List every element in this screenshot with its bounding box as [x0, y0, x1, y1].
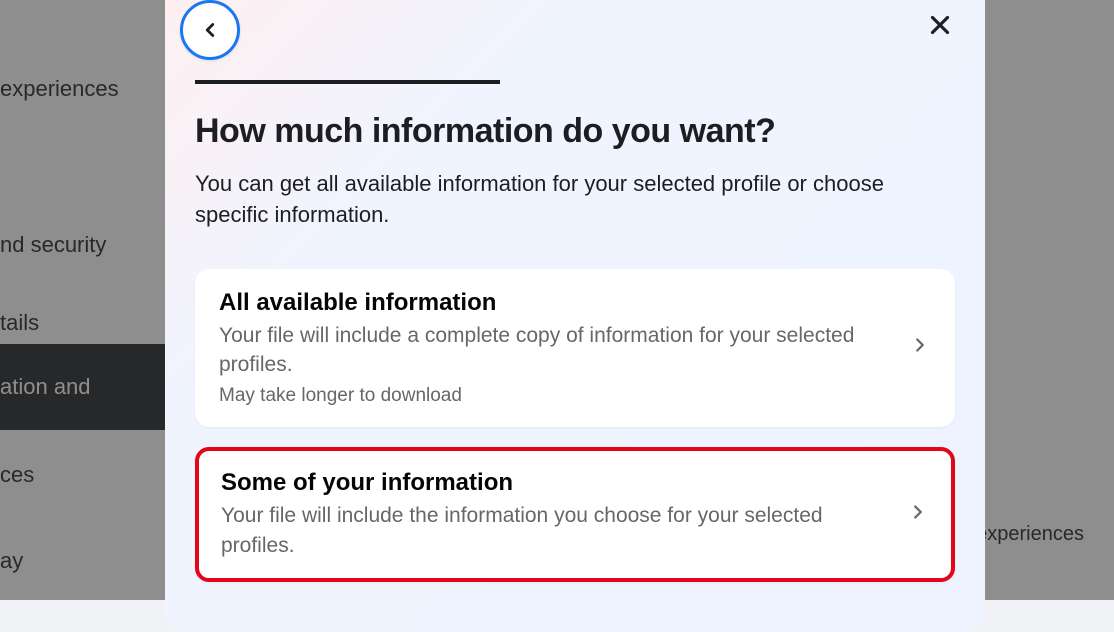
option-note: May take longer to download — [219, 385, 889, 407]
close-icon — [925, 10, 955, 40]
back-button[interactable] — [180, 0, 240, 60]
modal-header — [165, 0, 985, 65]
option-title: All available information — [219, 289, 889, 317]
option-description: Your file will include the information y… — [221, 501, 887, 560]
info-amount-modal: How much information do you want? You ca… — [165, 0, 985, 632]
close-button[interactable] — [920, 5, 960, 45]
modal-content: How much information do you want? You ca… — [165, 65, 985, 632]
chevron-left-icon — [199, 19, 221, 41]
modal-description: You can get all available information fo… — [195, 169, 955, 231]
option-title: Some of your information — [221, 469, 887, 497]
option-some-information[interactable]: Some of your information Your file will … — [195, 447, 955, 582]
option-all-information[interactable]: All available information Your file will… — [195, 269, 955, 428]
option-content: Some of your information Your file will … — [221, 469, 887, 560]
chevron-right-icon — [909, 334, 931, 361]
progress-indicator — [195, 80, 500, 84]
modal-title: How much information do you want? — [195, 112, 955, 151]
chevron-right-icon — [907, 501, 929, 528]
option-description: Your file will include a complete copy o… — [219, 321, 889, 380]
option-content: All available information Your file will… — [219, 289, 889, 408]
